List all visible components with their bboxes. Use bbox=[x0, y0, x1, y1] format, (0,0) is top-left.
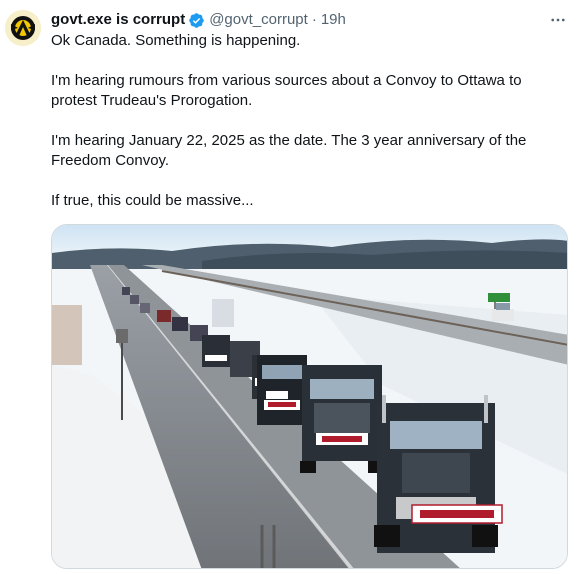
masked-figure-avatar-icon bbox=[5, 10, 41, 46]
verified-badge-icon bbox=[189, 12, 204, 28]
tweet-text: Ok Canada. Something is happening. I'm h… bbox=[51, 31, 561, 211]
tweet-photo[interactable] bbox=[51, 224, 568, 569]
convoy-photo bbox=[52, 225, 567, 568]
tweet-header: govt.exe is corrupt @govt_corrupt · 19h bbox=[51, 10, 346, 30]
tweet-paragraph: I'm hearing January 22, 2025 as the date… bbox=[51, 132, 527, 169]
tweet-paragraph: If true, this could be massive... bbox=[51, 192, 254, 209]
tweet-paragraph: Ok Canada. Something is happening. bbox=[51, 32, 301, 49]
more-options-icon bbox=[551, 18, 565, 22]
tweet-paragraph: I'm hearing rumours from various sources… bbox=[51, 72, 522, 109]
separator-dot: · bbox=[311, 11, 317, 28]
tweet[interactable]: govt.exe is corrupt @govt_corrupt · 19h … bbox=[0, 0, 577, 574]
more-options-button[interactable] bbox=[548, 10, 568, 30]
display-name[interactable]: govt.exe is corrupt bbox=[51, 10, 185, 30]
timestamp[interactable]: 19h bbox=[321, 10, 346, 30]
avatar[interactable] bbox=[5, 10, 41, 46]
handle[interactable]: @govt_corrupt bbox=[209, 10, 308, 30]
